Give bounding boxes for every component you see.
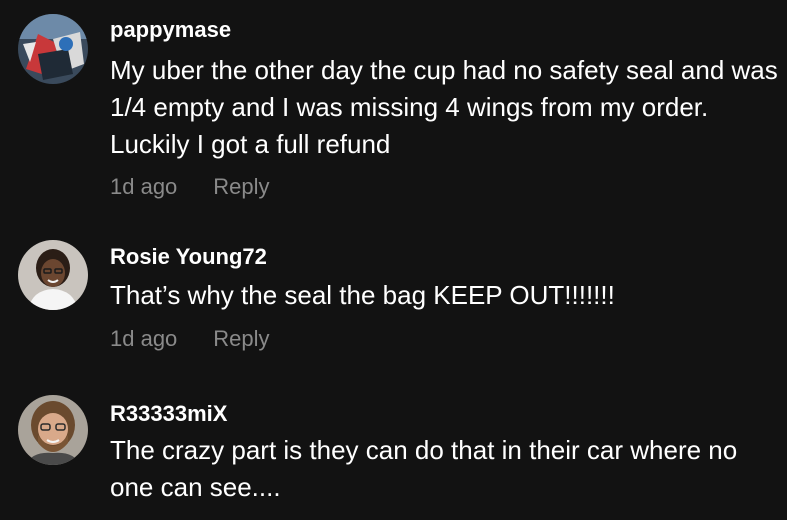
comment-item: R33333miX The crazy part is they can do … bbox=[0, 375, 787, 520]
comment-item: pappymase My uber the other day the cup … bbox=[0, 0, 787, 215]
comment-username[interactable]: pappymase bbox=[110, 17, 231, 43]
avatar[interactable] bbox=[18, 395, 88, 465]
comment-timestamp: 1d ago bbox=[110, 174, 178, 199]
comment-text: My uber the other day the cup had no saf… bbox=[110, 55, 778, 159]
comment-text: The crazy part is they can do that in th… bbox=[110, 435, 738, 502]
comment-username[interactable]: Rosie Young72 bbox=[110, 244, 267, 270]
avatar[interactable] bbox=[18, 14, 88, 84]
comment-item: Rosie Young72 That’s why the seal the ba… bbox=[0, 215, 787, 375]
comment-username[interactable]: R33333miX bbox=[110, 401, 227, 427]
reply-button[interactable]: Reply bbox=[213, 174, 269, 199]
comment-meta: 1d ago Reply bbox=[110, 174, 270, 200]
comment-timestamp: 1d ago bbox=[110, 326, 178, 351]
reply-button[interactable]: Reply bbox=[213, 326, 269, 351]
comment-text: That’s why the seal the bag KEEP OUT!!!!… bbox=[110, 280, 615, 310]
comment-meta: 1d ago Reply bbox=[110, 326, 270, 352]
avatar[interactable] bbox=[18, 240, 88, 310]
